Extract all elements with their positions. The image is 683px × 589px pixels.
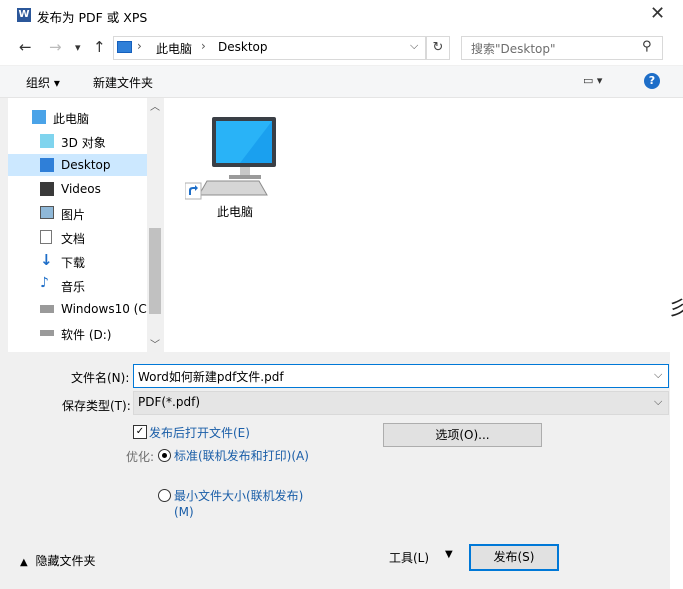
refresh-button[interactable]: ↻ <box>426 36 450 60</box>
radio-standard-label[interactable]: 标准(联机发布和打印)(A) <box>174 448 324 464</box>
optimize-label: 优化: <box>126 450 155 464</box>
up-arrow-icon[interactable]: ↑ <box>93 38 106 56</box>
breadcrumb-chevron-icon[interactable]: › <box>201 39 206 53</box>
nav-label: 文档 <box>61 232 86 246</box>
nav-label: 音乐 <box>61 280 86 294</box>
nav-item-videos[interactable]: Videos <box>8 178 147 200</box>
chevron-up-icon: ▲ <box>20 557 28 568</box>
address-dropdown-icon[interactable]: ⌵ <box>410 39 418 53</box>
scroll-down-icon[interactable]: ﹀ <box>150 336 160 351</box>
back-arrow-icon[interactable]: ← <box>19 38 32 56</box>
nav-item-3d-objects[interactable]: 3D 对象 <box>8 130 147 152</box>
radio-selected-dot <box>162 453 167 458</box>
window-title: 发布为 PDF 或 XPS <box>37 10 148 25</box>
nav-item-downloads[interactable]: ↓ 下载 <box>8 250 147 272</box>
nav-item-drive-d[interactable]: 软件 (D:) <box>8 322 147 344</box>
pc-shortcut-label[interactable]: 此电脑 <box>217 203 253 220</box>
nav-label: Windows10 (C: <box>61 302 151 316</box>
breadcrumb-pc[interactable]: 此电脑 <box>156 40 192 57</box>
new-folder-button[interactable]: 新建文件夹 <box>93 74 153 91</box>
title-bar: W 发布为 PDF 或 XPS ✕ <box>0 0 683 31</box>
radio-min-size-label[interactable]: 最小文件大小(联机发布)(M) <box>174 488 314 520</box>
documents-icon <box>40 230 52 244</box>
close-button[interactable]: ✕ <box>650 3 665 24</box>
open-after-label[interactable]: 发布后打开文件(E) <box>149 424 250 441</box>
publish-button[interactable]: 发布(S) <box>469 544 559 571</box>
nav-item-desktop[interactable]: Desktop <box>8 154 147 176</box>
scroll-up-icon[interactable]: ︿ <box>150 98 160 113</box>
nav-item-pc[interactable]: 此电脑 <box>8 106 147 128</box>
help-icon[interactable]: ? <box>644 73 660 89</box>
command-bar: 组织 ▾ 新建文件夹 ▭ ▾ ? <box>0 66 683 98</box>
organize-menu[interactable]: 组织 ▾ <box>26 74 60 91</box>
recent-dropdown-icon[interactable]: ▾ <box>75 41 81 54</box>
scrollbar-thumb[interactable] <box>149 228 161 314</box>
music-icon: ♪ <box>40 275 49 291</box>
filename-input[interactable]: Word如何新建pdf文件.pdf ⌵ <box>133 364 669 388</box>
nav-item-documents[interactable]: 文档 <box>8 226 147 248</box>
forward-arrow-icon[interactable]: → <box>49 38 62 56</box>
nav-label: 软件 (D:) <box>61 328 112 342</box>
videos-icon <box>40 182 54 196</box>
hide-folders-toggle[interactable]: ▲ 隐藏文件夹 <box>20 552 96 569</box>
nav-label: 3D 对象 <box>61 136 106 150</box>
drive-icon <box>40 330 54 336</box>
save-type-dropdown-icon[interactable]: ⌵ <box>654 395 662 409</box>
filename-label: 文件名(N): <box>71 371 130 385</box>
nav-item-drive-c[interactable]: Windows10 (C: <box>8 298 151 320</box>
breadcrumb-desktop[interactable]: Desktop <box>218 40 268 54</box>
pc-icon <box>32 110 46 124</box>
background-document-edge <box>670 288 683 589</box>
search-placeholder: 搜索"Desktop" <box>471 42 556 56</box>
navigation-pane: 此电脑 3D 对象 Desktop Videos 图片 文档 ↓ 下载 ♪ 音乐… <box>8 98 163 352</box>
word-icon: W <box>17 8 31 22</box>
hide-folders-label: 隐藏文件夹 <box>35 554 96 568</box>
nav-item-pictures[interactable]: 图片 <box>8 202 147 224</box>
tools-menu[interactable]: 工具(L) <box>389 549 429 566</box>
drive-icon <box>40 305 54 313</box>
nav-label: Videos <box>61 182 101 196</box>
address-bar[interactable]: › 此电脑 › Desktop ⌵ <box>113 36 426 60</box>
filename-dropdown-icon[interactable]: ⌵ <box>654 368 662 382</box>
search-icon: ⚲ <box>642 39 652 54</box>
pc-icon <box>117 41 132 53</box>
desktop-icon <box>40 158 54 172</box>
nav-label: 此电脑 <box>53 112 90 126</box>
nav-item-music[interactable]: ♪ 音乐 <box>8 274 147 296</box>
open-after-checkbox[interactable]: ✓ <box>133 425 147 439</box>
radio-standard[interactable] <box>158 449 171 462</box>
nav-label: 下载 <box>61 256 86 270</box>
filename-value[interactable]: Word如何新建pdf文件.pdf <box>138 368 284 385</box>
breadcrumb-chevron-icon[interactable]: › <box>137 39 142 53</box>
nav-label: 图片 <box>61 208 86 222</box>
3d-objects-icon <box>40 134 54 148</box>
pc-shortcut-icon[interactable] <box>185 115 277 205</box>
save-type-label: 保存类型(T): <box>62 399 131 413</box>
pictures-icon <box>40 206 54 219</box>
radio-min-size[interactable] <box>158 489 171 502</box>
downloads-icon: ↓ <box>40 251 53 269</box>
save-type-value: PDF(*.pdf) <box>138 395 201 409</box>
view-options-icon[interactable]: ▭ ▾ <box>583 74 602 87</box>
nav-label: Desktop <box>61 158 111 172</box>
tools-dropdown-icon[interactable]: ▼ <box>445 549 453 560</box>
options-button[interactable]: 选项(O)... <box>383 423 542 447</box>
save-type-select[interactable]: PDF(*.pdf) ⌵ <box>133 391 669 415</box>
search-box[interactable]: 搜索"Desktop" ⚲ <box>461 36 663 60</box>
background-glyph-icon: 彡 <box>668 296 683 320</box>
